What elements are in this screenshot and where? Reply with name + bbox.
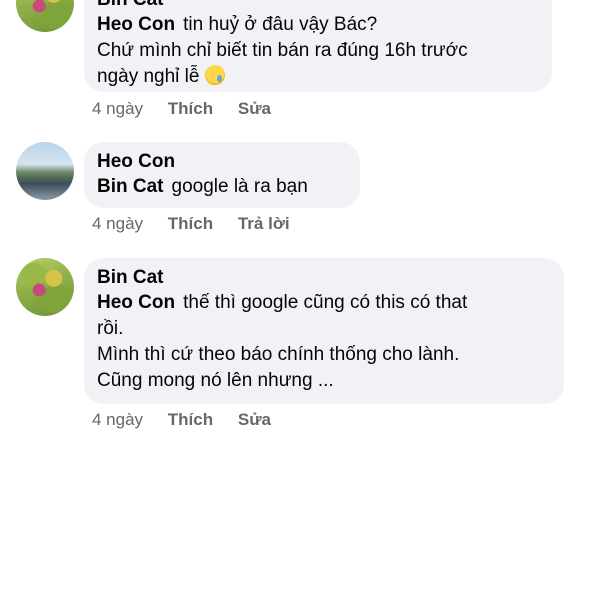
- comment-time[interactable]: 4 ngày: [92, 213, 143, 235]
- mention-link[interactable]: Bin Cat: [97, 176, 164, 197]
- mention-link[interactable]: Heo Con: [97, 14, 175, 35]
- like-button[interactable]: Thích: [168, 409, 213, 431]
- comment-author[interactable]: Bin Cat: [97, 0, 538, 12]
- comment-author[interactable]: Heo Con: [97, 150, 346, 174]
- avatar[interactable]: [16, 142, 74, 200]
- avatar[interactable]: [16, 0, 74, 32]
- comment-time[interactable]: 4 ngày: [92, 409, 143, 431]
- comment-bubble: Heo Con Bin Cat google là ra bạn: [84, 142, 360, 208]
- comment-text-first: thế thì google cũng có this có that: [183, 292, 468, 313]
- comment-thread: Bin Cat Heo Con tin huỷ ở đâu vậy Bác? Ch…: [0, 0, 600, 600]
- reply-button[interactable]: Trả lời: [238, 213, 290, 235]
- like-button[interactable]: Thích: [168, 213, 213, 235]
- crying-face-icon: [204, 65, 225, 85]
- edit-button[interactable]: Sửa: [238, 409, 271, 431]
- comment-actions: 4 ngày Thích Sửa: [92, 98, 291, 120]
- comment-text-line: Cũng mong nó lên nhưng ...: [97, 370, 334, 391]
- comment-bubble: Bin Cat Heo Con thế thì google cũng có th…: [84, 258, 564, 404]
- comment-time[interactable]: 4 ngày: [92, 98, 143, 120]
- avatar[interactable]: [16, 258, 74, 316]
- comment-actions: 4 ngày Thích Sửa: [92, 409, 291, 431]
- comment-text-line: ngày nghỉ lễ: [97, 64, 538, 90]
- mention-link[interactable]: Heo Con: [97, 292, 175, 313]
- comment-text: Heo Con tin huỷ ở đâu vậy Bác?: [97, 12, 538, 38]
- comment-bubble: Bin Cat Heo Con tin huỷ ở đâu vậy Bác? Ch…: [84, 0, 552, 92]
- comment-text-line: rồi.: [97, 318, 124, 339]
- comment-text-first: google là ra bạn: [171, 176, 308, 197]
- comment-text: Heo Con thế thì google cũng có this có th…: [97, 290, 550, 316]
- comment-text: Bin Cat google là ra bạn: [97, 174, 346, 200]
- comment-text-line: Chứ mình chỉ biết tin bán ra đúng 16h tr…: [97, 40, 468, 61]
- like-button[interactable]: Thích: [168, 98, 213, 120]
- comment-actions: 4 ngày Thích Trả lời: [92, 213, 310, 235]
- edit-button[interactable]: Sửa: [238, 98, 271, 120]
- comment-text-line: Mình thì cứ theo báo chính thống cho làn…: [97, 344, 460, 365]
- comment-author[interactable]: Bin Cat: [97, 266, 550, 290]
- comment-text-first: tin huỷ ở đâu vậy Bác?: [183, 14, 378, 35]
